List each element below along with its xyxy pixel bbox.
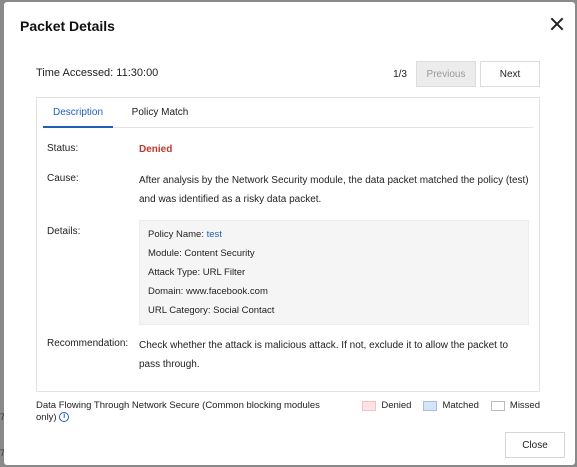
dialog-header: Packet Details [4,2,575,48]
details-panel: Description Policy Match Status: Denied … [36,97,540,392]
close-button[interactable]: Close [505,432,565,458]
packet-details-dialog: Packet Details Time Accessed: 11:30:00 1… [4,2,575,465]
details-label: Details: [47,226,81,237]
cause-value: After analysis by the Network Security m… [139,175,529,205]
status-row: Status: Denied [47,143,529,159]
domain-line: Domain: www.facebook.com [148,286,268,297]
legend-item-missed: Missed [490,400,540,411]
policy-name-label: Policy Name: [148,229,204,240]
legend-description: Data Flowing Through Network Secure (Com… [36,400,336,424]
status-value: Denied [139,144,173,155]
recommendation-row: Recommendation: Check whether the attack… [47,338,529,378]
info-icon[interactable]: i [59,412,70,423]
legend-item-denied: Denied [362,400,411,411]
recommendation-value: Check whether the attack is malicious at… [139,340,509,370]
legend-item-matched: Matched [423,400,479,411]
details-row: Details: Policy Name: test Module: Conte… [47,220,529,326]
missed-swatch [490,400,505,411]
denied-swatch [362,400,377,411]
url-category-line: URL Category: Social Contact [148,305,275,316]
legend-label-matched: Matched [442,400,479,411]
attack-type-line: Attack Type: URL Filter [148,267,246,278]
time-accessed-value: 11:30:00 [116,67,159,79]
time-accessed-label: Time Accessed: [36,67,114,79]
cause-row: Cause: After analysis by the Network Sec… [47,173,529,213]
matched-swatch [423,400,438,411]
status-label: Status: [47,143,79,154]
tab-description[interactable]: Description [43,98,113,128]
policy-name-link[interactable]: test [207,229,222,240]
previous-button[interactable]: Previous [416,61,476,87]
tab-bar: Description Policy Match [43,98,533,128]
time-accessed: Time Accessed: 11:30:00 [36,67,158,79]
legend-label-missed: Missed [509,400,540,411]
module-line: Module: Content Security [148,248,255,259]
policy-name-line: Policy Name: test [148,225,520,244]
recommendation-label: Recommendation: [47,338,129,349]
packet-pager: 1/3 Previous Next [393,61,540,87]
next-button[interactable]: Next [480,61,540,87]
close-icon[interactable] [549,16,565,32]
legend-label-denied: Denied [381,400,412,411]
dialog-title: Packet Details [20,18,115,34]
page-count: 1/3 [393,68,407,80]
legend: Denied Matched Missed [350,400,540,411]
cause-label: Cause: [47,173,79,184]
tab-policy-match[interactable]: Policy Match [127,98,193,128]
details-box: Policy Name: test Module: Content Securi… [139,220,529,325]
legend-description-text: Data Flowing Through Network Secure (Com… [36,400,320,423]
